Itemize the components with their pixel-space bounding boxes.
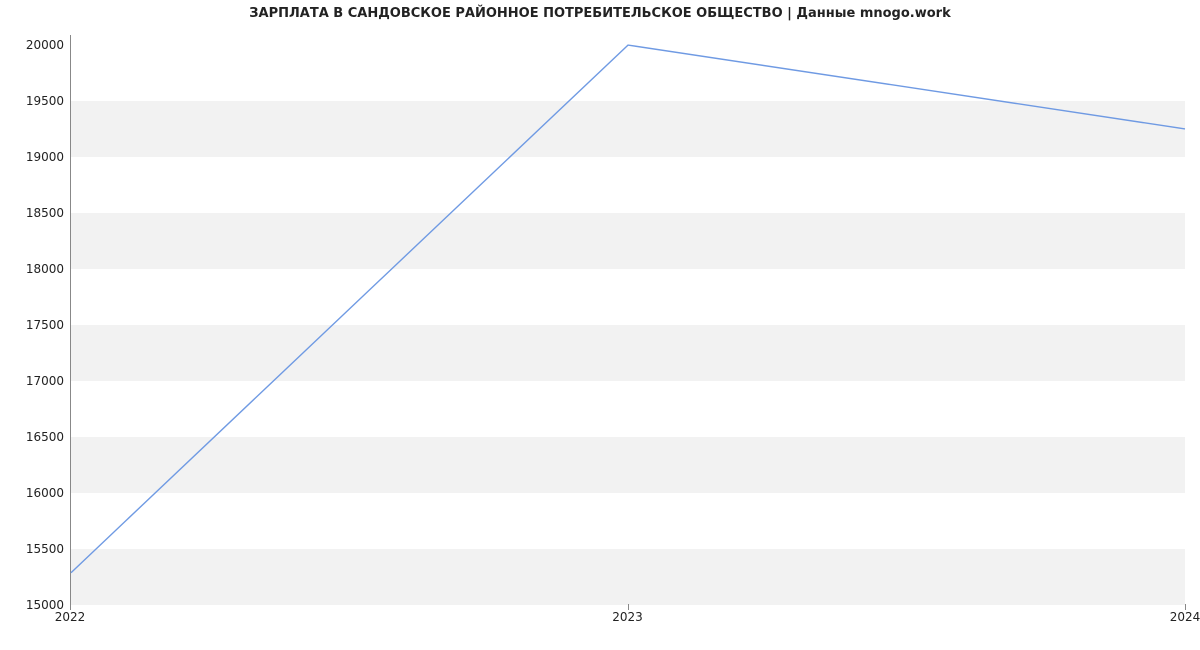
y-tick-label: 16000 xyxy=(4,486,64,500)
y-tick-label: 16500 xyxy=(4,430,64,444)
x-tick-label: 2022 xyxy=(55,610,86,624)
line-series-layer xyxy=(71,35,1185,604)
chart-title: ЗАРПЛАТА В САНДОВСКОЕ РАЙОННОЕ ПОТРЕБИТЕ… xyxy=(0,6,1200,21)
y-tick-label: 17500 xyxy=(4,318,64,332)
y-tick-label: 17000 xyxy=(4,374,64,388)
y-tick-label: 20000 xyxy=(4,38,64,52)
y-tick-label: 15500 xyxy=(4,542,64,556)
y-tick-label: 19500 xyxy=(4,94,64,108)
x-tick-label: 2023 xyxy=(612,610,643,624)
plot-area xyxy=(70,35,1185,605)
x-tick-label: 2024 xyxy=(1170,610,1200,624)
series-line xyxy=(71,45,1185,573)
y-tick-label: 18500 xyxy=(4,206,64,220)
y-tick-label: 19000 xyxy=(4,150,64,164)
y-tick-label: 18000 xyxy=(4,262,64,276)
chart-container: ЗАРПЛАТА В САНДОВСКОЕ РАЙОННОЕ ПОТРЕБИТЕ… xyxy=(0,0,1200,650)
